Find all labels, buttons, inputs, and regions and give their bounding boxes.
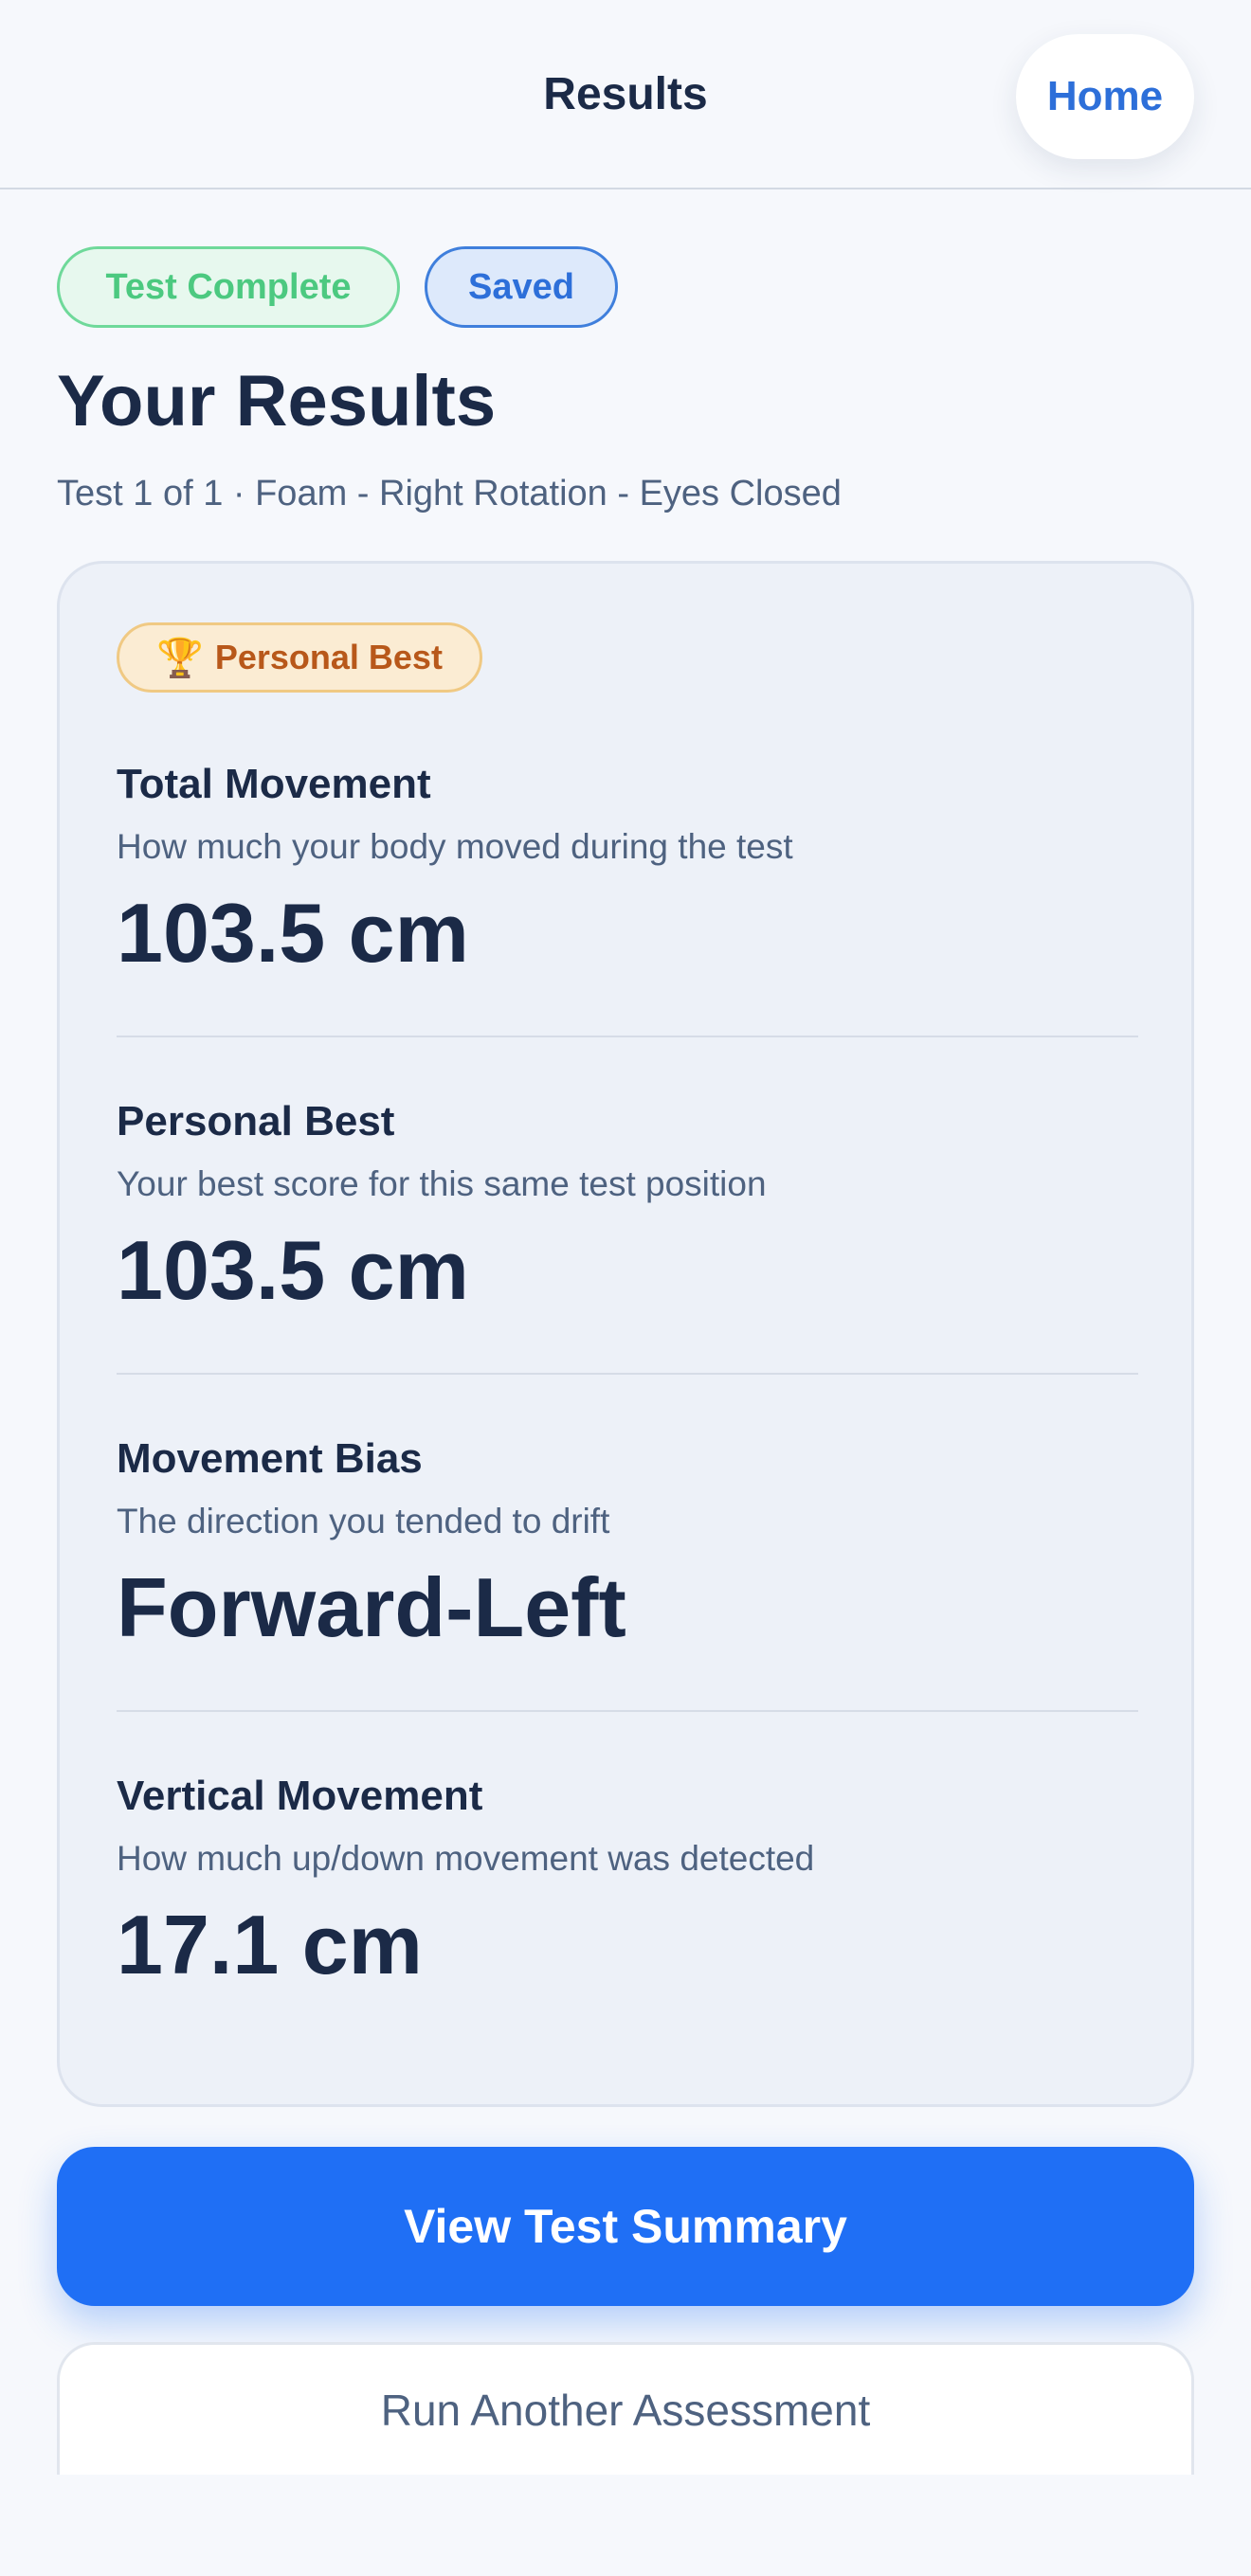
metric-label: Personal Best [117,1098,395,1144]
metric-label: Movement Bias [117,1435,423,1482]
personal-best-badge: 🏆 Personal Best [117,622,482,693]
saved-badge: Saved [425,246,618,328]
trophy-icon: 🏆 [156,637,204,679]
personal-best-badge-label: Personal Best [214,638,443,676]
home-button[interactable]: Home [1016,34,1194,159]
metric-description: How much your body moved during the test [117,827,793,866]
divider [117,1036,1138,1037]
results-card: 🏆 Personal Best Total Movement How much … [57,561,1194,2107]
divider [117,1710,1138,1712]
divider [117,1373,1138,1375]
metric-movement-bias: Movement Bias The direction you tended t… [117,1435,1138,1654]
metric-description: How much up/down movement was detected [117,1839,815,1878]
metric-description: Your best score for this same test posit… [117,1164,767,1203]
metric-label: Total Movement [117,761,431,807]
metric-personal-best: Personal Best Your best score for this s… [117,1098,1138,1317]
top-bar: Results Home [0,0,1251,189]
run-another-assessment-button[interactable]: Run Another Assessment [57,2342,1194,2475]
results-screen: Results Home Test Complete Saved Your Re… [0,0,1251,2576]
metric-total-movement: Total Movement How much your body moved … [117,761,1138,980]
metric-vertical-movement: Vertical Movement How much up/down movem… [117,1773,1138,1991]
page-subtitle: Test 1 of 1 · Foam - Right Rotation - Ey… [57,474,842,513]
view-test-summary-button[interactable]: View Test Summary [57,2147,1194,2306]
metric-description: The direction you tended to drift [117,1502,610,1540]
metric-label: Vertical Movement [117,1773,483,1819]
metric-value: 17.1 cm [117,1898,423,1991]
metric-value: Forward-Left [117,1560,626,1654]
metric-value: 103.5 cm [117,886,469,980]
test-complete-badge: Test Complete [57,246,400,328]
page-title: Your Results [57,361,497,441]
metric-value: 103.5 cm [117,1223,469,1317]
